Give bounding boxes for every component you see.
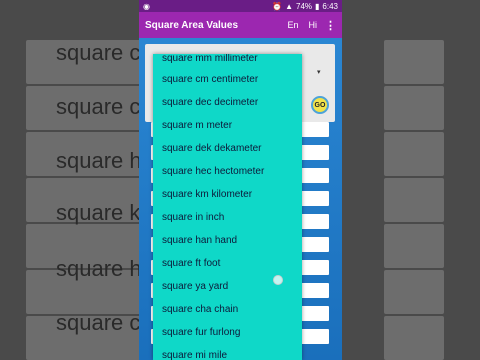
bg-text: square c	[56, 40, 140, 65]
bg-text: square k	[56, 200, 140, 225]
chevron-down-icon[interactable]: ▾	[317, 68, 321, 76]
status-bar: ◉ ⏰ ▲ 74% ▮ 6:43	[139, 0, 342, 12]
language-hi-button[interactable]: Hi	[309, 20, 318, 30]
bg-text: square h	[56, 148, 140, 173]
clock: 6:43	[322, 1, 338, 11]
dropdown-item-dec[interactable]: square dec decimeter	[162, 97, 258, 108]
dropdown-item-cha[interactable]: square cha chain	[162, 304, 238, 315]
go-button[interactable]: GO	[311, 96, 329, 114]
bg-card	[384, 86, 444, 130]
bg-card	[384, 270, 444, 314]
blurred-background-right	[340, 0, 480, 360]
bg-text: square c	[56, 94, 140, 119]
signal-icon: ▲	[285, 1, 293, 11]
dropdown-item-ft[interactable]: square ft foot	[162, 258, 220, 269]
dropdown-item-fur[interactable]: square fur furlong	[162, 327, 240, 338]
touch-indicator	[273, 275, 283, 285]
dropdown-item-dek[interactable]: square dek dekameter	[162, 143, 262, 154]
bg-card	[384, 40, 444, 84]
dropdown-item-han[interactable]: square han hand	[162, 235, 237, 246]
bg-card	[384, 224, 444, 268]
dropdown-item-cm[interactable]: square cm centimeter	[162, 74, 258, 85]
battery-icon: ▮	[315, 1, 320, 11]
screen: square c square c square h square k squa…	[0, 0, 480, 360]
dropdown-item-hec[interactable]: square hec hectometer	[162, 166, 264, 177]
notification-icon: ◉	[143, 1, 150, 11]
alarm-icon: ⏰	[272, 1, 283, 11]
dropdown-item-m[interactable]: square m meter	[162, 120, 232, 131]
language-en-button[interactable]: En	[287, 20, 298, 30]
bg-text: square c	[56, 310, 140, 335]
app-title: Square Area Values	[145, 19, 239, 31]
unit-dropdown-list: square mm millimeter square cm centimete…	[153, 54, 302, 360]
dropdown-item-in[interactable]: square in inch	[162, 212, 224, 223]
dropdown-item-km[interactable]: square km kilometer	[162, 189, 252, 200]
dropdown-item-ya[interactable]: square ya yard	[162, 281, 228, 292]
overflow-menu-icon[interactable]: ⋮	[325, 19, 336, 32]
bg-card	[384, 132, 444, 176]
battery-level: 74%	[296, 1, 313, 11]
bg-text: square h	[56, 256, 140, 281]
blurred-background-left: square c square c square h square k squa…	[0, 0, 140, 360]
bg-card	[384, 316, 444, 360]
dropdown-item-mm[interactable]: square mm millimeter	[162, 54, 258, 64]
dropdown-item-mi[interactable]: square mi mile	[162, 350, 227, 360]
app-bar: Square Area Values En Hi ⋮	[139, 12, 342, 38]
bg-card	[384, 178, 444, 222]
